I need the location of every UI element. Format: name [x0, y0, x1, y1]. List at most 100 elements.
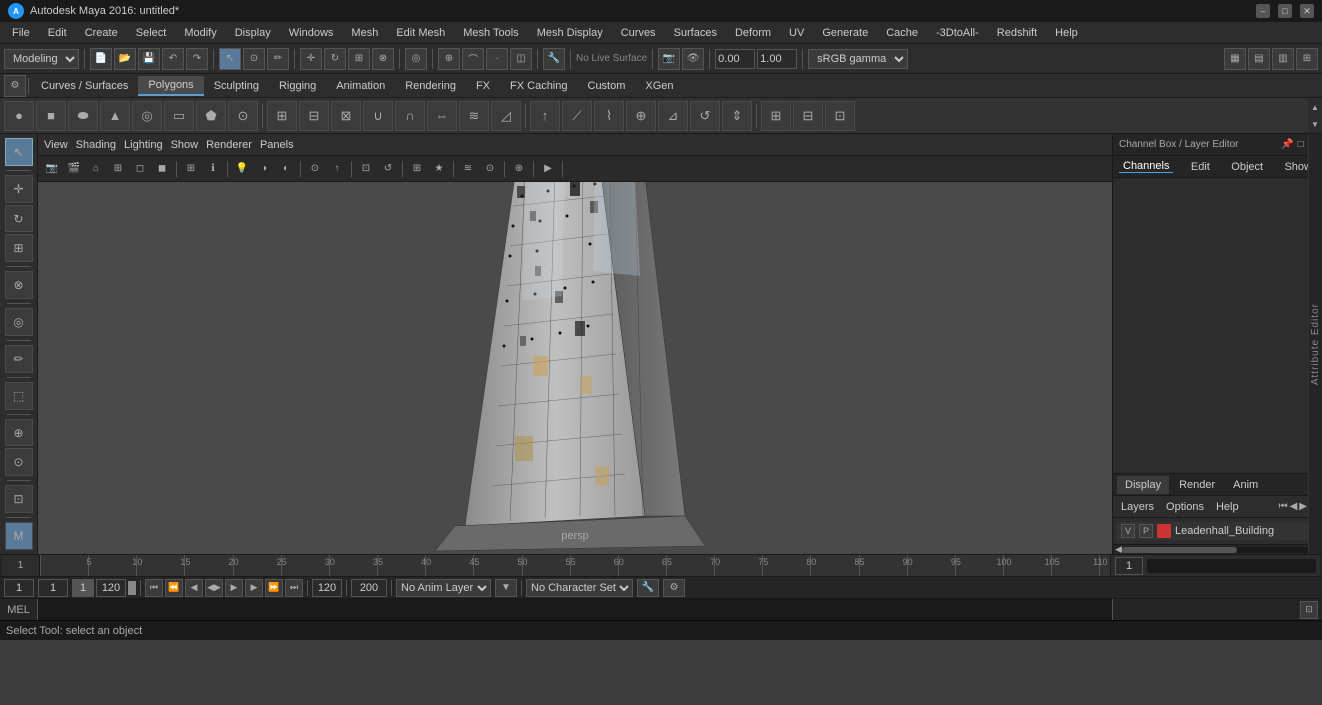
layer-color-swatch[interactable]	[1157, 524, 1171, 538]
shelf-tab-custom[interactable]: Custom	[578, 77, 636, 95]
playback-end-input[interactable]	[312, 579, 342, 597]
snap-left-button[interactable]: ⊕	[5, 419, 33, 447]
menu-display[interactable]: Display	[227, 25, 279, 41]
panel-config-button[interactable]: ⊞	[1296, 48, 1318, 70]
menu-select[interactable]: Select	[128, 25, 175, 41]
shelf-settings-icon[interactable]: ⚙	[4, 75, 26, 97]
select-tool-left-button[interactable]: ↖	[5, 138, 33, 166]
shelf-cone-icon[interactable]: ▲	[100, 101, 130, 131]
select-lasso-button[interactable]: ⊙	[243, 48, 265, 70]
range-slider-thumb[interactable]	[128, 581, 136, 595]
titlebar-controls[interactable]: – □ ✕	[1256, 4, 1314, 18]
undo-button[interactable]: ↶	[162, 48, 184, 70]
rotate-tool-left-button[interactable]: ↻	[5, 205, 33, 233]
snap-view-button[interactable]: ◫	[510, 48, 532, 70]
play-forward-button[interactable]: ▶	[225, 579, 243, 597]
move-tool-button[interactable]: ✛	[300, 48, 322, 70]
vp-resolution-icon[interactable]: ⊞	[407, 159, 427, 179]
soft-select-left-button[interactable]: ◎	[5, 308, 33, 336]
shelf-bridge-icon[interactable]: ⌇	[594, 101, 624, 131]
vp-film-icon[interactable]: 🎬	[64, 159, 84, 179]
viewport-menu-renderer[interactable]: Renderer	[206, 139, 252, 151]
viewport-menu-shading[interactable]: Shading	[76, 139, 116, 151]
shelf-disk-icon[interactable]: ⬟	[196, 101, 226, 131]
new-scene-button[interactable]: 📄	[90, 48, 112, 70]
panel-pin-icon[interactable]: 📌	[1281, 139, 1293, 150]
minimize-button[interactable]: –	[1256, 4, 1270, 18]
shelf-extract-icon[interactable]: ⊠	[331, 101, 361, 131]
magnet-left-button[interactable]: ⊙	[5, 448, 33, 476]
timeline[interactable]: 1 5 10 15 20 25 30 35 40 45 50 55 60 65 …	[0, 554, 1322, 576]
menu-uv[interactable]: UV	[781, 25, 812, 41]
shelf-tab-curves-surfaces[interactable]: Curves / Surfaces	[31, 77, 138, 95]
vp-ao-icon[interactable]: ◐	[276, 159, 296, 179]
menu-file[interactable]: File	[4, 25, 38, 41]
shelf-torus-icon[interactable]: ◎	[132, 101, 162, 131]
maximize-button[interactable]: □	[1278, 4, 1292, 18]
universal-left-button[interactable]: ⊗	[5, 271, 33, 299]
soft-select-button[interactable]: ◎	[405, 48, 427, 70]
shelf-cube-icon[interactable]: ■	[36, 101, 66, 131]
paint-select-button[interactable]: ✏	[267, 48, 289, 70]
vp-wireframe-icon[interactable]: ◻	[130, 159, 150, 179]
menu-redshift[interactable]: Redshift	[989, 25, 1045, 41]
anim-layer-down-icon[interactable]: ▼	[495, 579, 517, 597]
shelf-triangulate-icon[interactable]: ◿	[491, 101, 521, 131]
anim-layer-dropdown[interactable]: No Anim Layer	[396, 579, 491, 597]
open-scene-button[interactable]: 📂	[114, 48, 136, 70]
shelf-combine-icon[interactable]: ⊞	[267, 101, 297, 131]
shelf-tab-xgen[interactable]: XGen	[635, 77, 683, 95]
shelf-tab-animation[interactable]: Animation	[326, 77, 395, 95]
timeline-end-input[interactable]	[351, 579, 387, 597]
shelf-separate-icon[interactable]: ⊟	[299, 101, 329, 131]
shelf-bevel-icon[interactable]: ⟋	[562, 101, 592, 131]
shelf-tab-polygons[interactable]: Polygons	[138, 76, 203, 96]
layer-menu-help[interactable]: Help	[1212, 501, 1243, 513]
shelf-tab-fx-caching[interactable]: FX Caching	[500, 77, 577, 95]
menu-mesh[interactable]: Mesh	[343, 25, 386, 41]
menu-surfaces[interactable]: Surfaces	[666, 25, 725, 41]
layer-tab-render[interactable]: Render	[1171, 476, 1223, 494]
vp-camera-icon[interactable]: 📷	[42, 159, 62, 179]
attribute-editor-side-panel[interactable]: Attribute Editor	[1308, 134, 1322, 554]
layer-scrollbar[interactable]: ◀ ▶	[1113, 544, 1322, 554]
shelf-cylinder-icon[interactable]: ⬬	[68, 101, 98, 131]
value2-input[interactable]	[757, 49, 797, 69]
cb-tab-object[interactable]: Object	[1227, 161, 1267, 173]
menu-windows[interactable]: Windows	[281, 25, 342, 41]
go-to-start-button[interactable]: ⏮	[145, 579, 163, 597]
menu-generate[interactable]: Generate	[814, 25, 876, 41]
paint-left-button[interactable]: ✏	[5, 345, 33, 373]
panel-split-button[interactable]: ▥	[1272, 48, 1294, 70]
play-back-button[interactable]: ◀▶	[205, 579, 223, 597]
layer-visible-toggle[interactable]: V	[1121, 524, 1135, 538]
vp-fit-icon[interactable]: ⊞	[108, 159, 128, 179]
vp-playback-icon[interactable]: ▶	[538, 159, 558, 179]
range-end-input[interactable]	[96, 579, 126, 597]
menu-3dto-all[interactable]: -3DtoAll-	[928, 25, 987, 41]
shelf-tab-fx[interactable]: FX	[466, 77, 500, 95]
menu-create[interactable]: Create	[77, 25, 126, 41]
timeline-track[interactable]: 5 10 15 20 25 30 35 40 45 50 55 60 65 70…	[40, 555, 1110, 576]
cb-tab-channels[interactable]: Channels	[1119, 160, 1173, 173]
cmdline-script-editor-icon[interactable]: ⊡	[1300, 601, 1318, 619]
minimap-slider[interactable]	[1147, 559, 1316, 573]
snap-curve-button[interactable]: ⌒	[462, 48, 484, 70]
shelf-insert-loop-icon[interactable]: ⊞	[761, 101, 791, 131]
layer-arrow-next[interactable]: ▶	[1299, 501, 1307, 512]
move-tool-left-button[interactable]: ✛	[5, 175, 33, 203]
current-frame-bottom-input[interactable]	[38, 579, 68, 597]
menu-deform[interactable]: Deform	[727, 25, 779, 41]
layer-arrow-prev[interactable]: ◀	[1290, 501, 1298, 512]
char-set-dropdown[interactable]: No Character Set	[526, 579, 633, 597]
prev-frame-button[interactable]: ◀	[185, 579, 203, 597]
next-frame-button[interactable]: ▶	[245, 579, 263, 597]
layer-scrollbar-thumb[interactable]	[1122, 547, 1237, 553]
show-hide-button[interactable]: 👁	[682, 48, 704, 70]
layer-tab-anim[interactable]: Anim	[1225, 476, 1266, 494]
colorspace-dropdown[interactable]: sRGB gamma	[808, 49, 908, 69]
go-to-end-button[interactable]: ⏭	[285, 579, 303, 597]
workspace-dropdown[interactable]: Modeling	[4, 49, 79, 69]
snap-point-button[interactable]: ·	[486, 48, 508, 70]
viewport-menu-panels[interactable]: Panels	[260, 139, 294, 151]
